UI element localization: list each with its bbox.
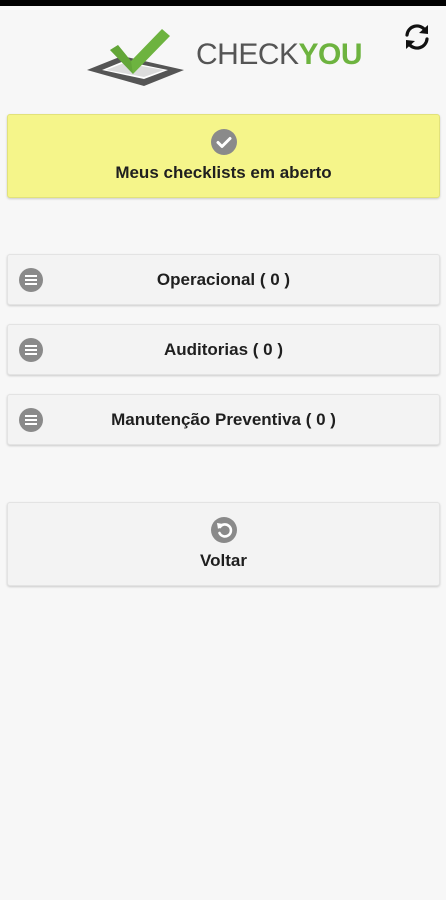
category-label: Manutenção Preventiva ( 0 )	[111, 409, 336, 429]
sync-icon	[405, 24, 429, 50]
logo-text-you: YOU	[298, 38, 363, 71]
open-checklists-label: Meus checklists em aberto	[115, 163, 332, 182]
list-circle-icon	[19, 408, 43, 432]
logo-wordmark: CHECKYOU	[196, 38, 363, 71]
category-item-operacional[interactable]: Operacional ( 0 )	[7, 254, 440, 305]
category-label: Auditorias ( 0 )	[163, 339, 283, 359]
category-item-manutencao-preventiva[interactable]: Manutenção Preventiva ( 0 )	[7, 394, 440, 445]
status-bar	[0, 0, 446, 6]
checkyou-logo: CHECKYOU	[84, 26, 374, 92]
open-checklists-button[interactable]: Meus checklists em aberto	[7, 114, 440, 198]
checkmark-box-icon	[87, 29, 184, 86]
list-circle-icon	[19, 338, 43, 362]
back-button[interactable]: Voltar	[7, 502, 440, 586]
list-circle-icon	[19, 268, 43, 292]
undo-circle-icon	[210, 517, 237, 543]
category-item-auditorias[interactable]: Auditorias ( 0 )	[7, 324, 440, 375]
category-label: Operacional ( 0 )	[156, 269, 291, 289]
sync-button[interactable]	[398, 18, 436, 56]
logo-text-check: CHECK	[196, 38, 299, 71]
back-label: Voltar	[200, 551, 247, 570]
check-circle-icon	[210, 129, 237, 155]
